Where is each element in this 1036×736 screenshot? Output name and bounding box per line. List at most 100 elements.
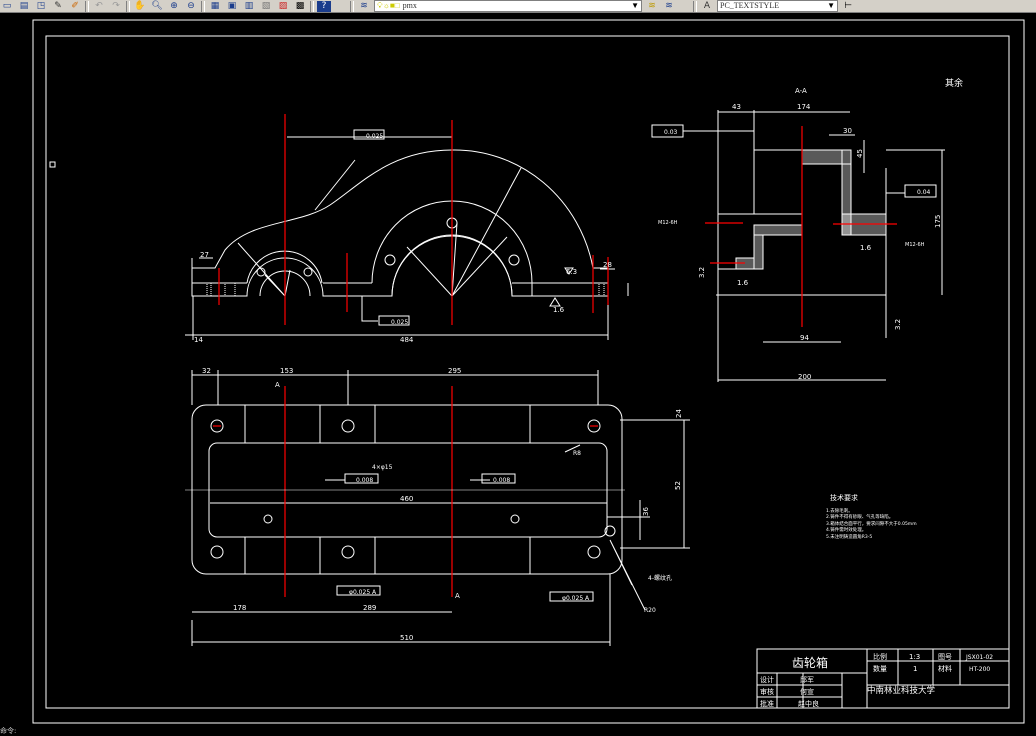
dim-text: 32 <box>202 367 211 375</box>
toolbar-separator <box>693 0 697 12</box>
ucs-marker <box>49 161 56 168</box>
dim-text: 295 <box>448 367 461 375</box>
dim-text: 1.6 <box>860 244 872 252</box>
pan-icon[interactable]: ✋ <box>133 1 147 12</box>
standard-toolbar: ▭ ▤ ◳ ✎ ✐ ↶ ↷ ✋ 🔍︎ ⊕ ⊖ ▦ ▣ ▥ ▧ ▨ ▩ ? ≋ 💡… <box>0 0 1036 13</box>
toolbar-separator <box>85 0 89 12</box>
help-icon[interactable]: ? <box>317 0 331 12</box>
hatch-block <box>206 282 212 297</box>
tech-requirement-item: 3.箱体结合面平行，要求间隙不大于0.05mm <box>826 520 917 527</box>
properties-icon[interactable]: ▦ <box>208 1 222 12</box>
dim-text: 1.6 <box>737 279 749 287</box>
layer-manager-icon[interactable]: ≋ <box>357 1 371 12</box>
scale-value: 1:3 <box>909 653 920 661</box>
toolbar-separator <box>310 0 314 12</box>
zoom-previous-icon[interactable]: ⊖ <box>184 1 198 12</box>
pencil-icon[interactable]: ✎ <box>51 1 65 12</box>
design-center-icon[interactable]: ▣ <box>225 1 239 12</box>
centerlines <box>185 114 897 597</box>
hole <box>210 545 224 559</box>
new-icon[interactable]: ▭ <box>0 1 14 12</box>
markup-icon[interactable]: ▨ <box>276 1 290 12</box>
dim-text: 30 <box>843 127 852 135</box>
dim-text: 43 <box>732 103 741 111</box>
note: 4×φ15 <box>372 464 393 471</box>
remaining-roughness-note: 其余 <box>945 77 963 89</box>
dim-text: 510 <box>400 634 413 642</box>
tech-requirement-item: 4.铸件需时效处理。 <box>826 526 866 533</box>
hatch-block <box>598 282 605 297</box>
section-hatch <box>753 224 803 236</box>
chevron-down-icon[interactable]: ▼ <box>631 1 639 11</box>
zoom-window-icon[interactable]: ⊕ <box>167 1 181 12</box>
dim-text: 3.2 <box>698 267 706 278</box>
dim-text: 0.04 <box>917 189 931 196</box>
dim-text: 289 <box>363 604 376 612</box>
material-label: 材料 <box>938 664 952 673</box>
layer-dropdown[interactable]: 💡︎☼■□ pmx ▼ <box>374 0 642 12</box>
redo-icon[interactable]: ↷ <box>109 1 123 12</box>
dim-text: 36 <box>642 507 650 516</box>
scale-label: 比例 <box>873 652 887 661</box>
layer-name: pmx <box>402 1 417 10</box>
hole <box>587 545 601 559</box>
hole <box>341 419 355 433</box>
dim-text: 153 <box>280 367 293 375</box>
dim-text: 0.03 <box>664 129 678 136</box>
school-name: 中南林业科技大学 <box>867 685 936 696</box>
note: M12-6H <box>658 220 678 226</box>
toolbar-separator <box>350 0 354 12</box>
dim-text: 460 <box>400 495 413 503</box>
dim-text: 174 <box>797 103 811 111</box>
bolt-hole <box>508 254 520 266</box>
slot-hole <box>263 514 273 524</box>
layer-previous-icon[interactable]: ≋ <box>662 1 676 12</box>
dim-text: 3.2 <box>894 319 902 330</box>
slot-hole <box>510 514 520 524</box>
dim-style-icon[interactable]: ⊢ <box>841 1 855 12</box>
dim-text: 0.008 <box>356 477 373 484</box>
bolt-hole <box>384 254 396 266</box>
dim-text: 27 <box>200 251 209 259</box>
toolbar-separator <box>126 0 130 12</box>
design-value: 邱军 <box>800 676 814 684</box>
toolbar-separator <box>201 0 205 12</box>
dim-text: 1.6 <box>553 306 565 314</box>
section-marker: A <box>275 381 280 389</box>
material-value: HT-200 <box>969 666 990 673</box>
tech-requirement-item: 1.去除毛刺。 <box>826 507 853 514</box>
bolt-hole <box>303 267 313 277</box>
make-current-layer-icon[interactable]: ≋ <box>645 1 659 12</box>
undo-icon[interactable]: ↶ <box>92 1 106 12</box>
command-line[interactable]: 命令: <box>0 726 16 736</box>
dim-text: 45 <box>856 149 864 158</box>
qty-label: 数量 <box>873 664 887 673</box>
dim-text: 175 <box>934 215 942 228</box>
dim-text: 24 <box>675 409 683 418</box>
dim-text: 28 <box>603 261 612 269</box>
dim-text: 178 <box>233 604 246 612</box>
text-style-icon[interactable]: A <box>700 1 714 12</box>
top-hidden-lines <box>244 405 531 574</box>
dim-text: 52 <box>674 481 682 490</box>
section-hatch <box>753 234 764 270</box>
part-name: 齿轮箱 <box>792 655 828 670</box>
dim-text: R8 <box>573 450 581 457</box>
save-icon[interactable]: ◳ <box>34 1 48 12</box>
calculator-icon[interactable]: ▩ <box>293 1 307 12</box>
top-outer-outline <box>191 404 623 575</box>
front-outline <box>191 149 609 297</box>
text-style-name: PC_TEXTSTYLE <box>720 1 780 10</box>
drawing-canvas[interactable]: A-A 其余 A A 27 14 484 28 6.3 1.6 0.025 0.… <box>0 13 1036 733</box>
check-label: 审核 <box>760 687 774 696</box>
text-style-dropdown[interactable]: PC_TEXTSTYLE ▼ <box>717 0 838 12</box>
sheet-set-icon[interactable]: ▧ <box>259 1 273 12</box>
sheet-outer-border <box>32 19 1025 724</box>
approve-label: 批准 <box>760 699 774 708</box>
brush-icon[interactable]: ✐ <box>68 1 82 12</box>
chevron-down-icon[interactable]: ▼ <box>827 1 835 11</box>
dim-text: 0.008 <box>493 477 510 484</box>
tool-palettes-icon[interactable]: ▥ <box>242 1 256 12</box>
zoom-realtime-icon[interactable]: 🔍︎ <box>150 1 164 12</box>
open-icon[interactable]: ▤ <box>17 1 31 12</box>
